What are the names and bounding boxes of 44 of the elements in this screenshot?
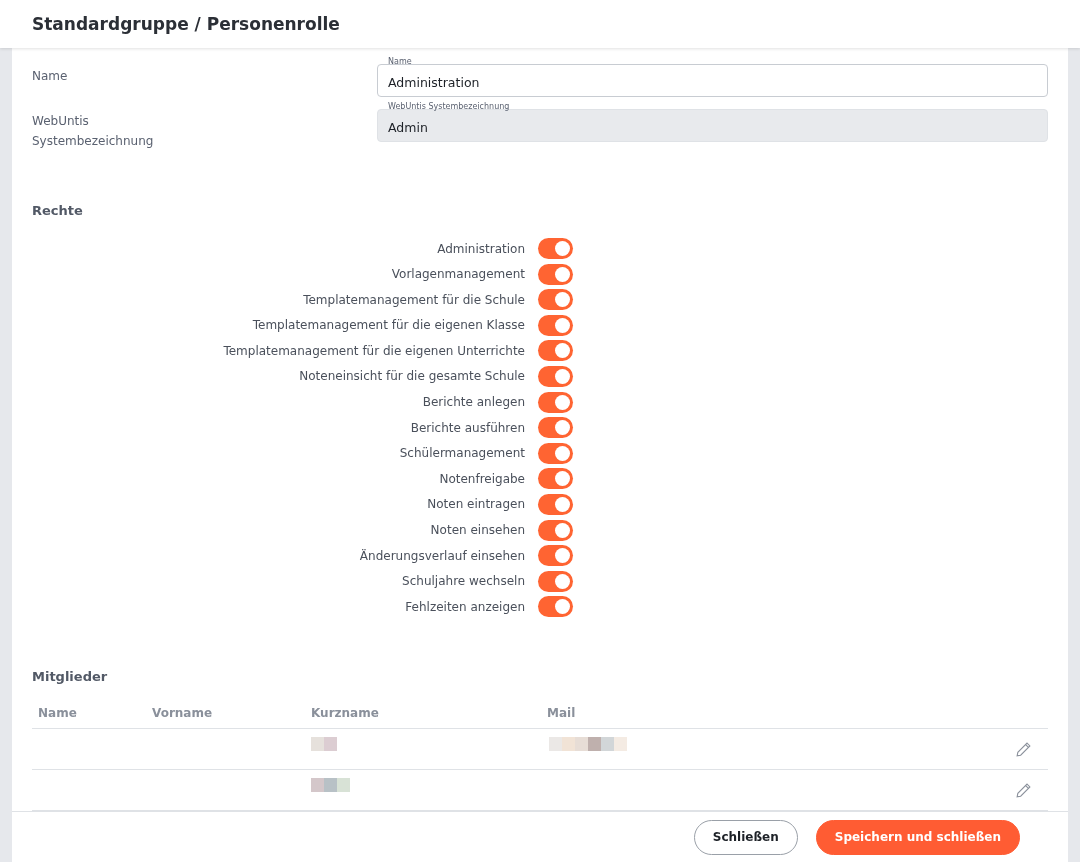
section-title: Mitglieder — [32, 669, 109, 685]
permission-label: Änderungsverlauf einsehen — [358, 548, 525, 563]
column-header: Vorname — [152, 706, 214, 721]
permission-label: Noteneinsicht für die gesamte Schule — [298, 369, 525, 384]
toggle-switch[interactable] — [538, 340, 573, 362]
toggle-switch[interactable] — [538, 289, 573, 311]
toggle-switch[interactable] — [538, 314, 573, 336]
column-header: Kurzname — [311, 706, 380, 721]
permission-label: Fehlzeiten anzeigen — [404, 599, 525, 614]
permission-label: Schülermanagement — [398, 446, 525, 461]
toggle-switch[interactable] — [538, 493, 573, 515]
toggle-switch[interactable] — [538, 365, 573, 387]
field-label: WebUntis Systembezeichnung — [32, 113, 155, 150]
section-title: Rechte — [32, 203, 84, 218]
edit-icon[interactable] — [1015, 782, 1032, 800]
toggle-switch[interactable] — [538, 596, 573, 618]
column-header: Name — [38, 706, 78, 721]
permission-label: Noten eintragen — [426, 497, 525, 512]
toggle-switch[interactable] — [538, 519, 573, 541]
toggle-switch[interactable] — [538, 417, 573, 439]
permission-label: Vorlagenmanagement — [390, 267, 525, 282]
toggle-switch[interactable] — [538, 263, 573, 285]
floating-label: Name — [385, 57, 415, 67]
permission-label: Schuljahre wechseln — [401, 574, 525, 589]
permission-label: Notenfreigabe — [438, 471, 525, 486]
permission-label: Templatemanagement für die eigenen Unterrichte — [222, 343, 525, 358]
toggle-switch[interactable] — [538, 442, 573, 464]
toggle-switch[interactable] — [538, 545, 573, 567]
toggle-switch[interactable] — [538, 570, 573, 592]
permission-label: Berichte anlegen — [421, 395, 525, 410]
toggle-switch[interactable] — [538, 391, 573, 413]
close-button[interactable]: Schließen — [693, 819, 798, 855]
column-header: Mail — [547, 706, 577, 721]
toggle-switch[interactable] — [538, 468, 573, 490]
permission-label: Templatemanagement für die eigenen Klasse — [251, 318, 525, 333]
edit-icon[interactable] — [1015, 741, 1032, 759]
window-title: Standardgruppe / Personenrolle — [32, 14, 340, 34]
toggle-switch[interactable] — [538, 238, 573, 259]
permission-label: Templatemanagement für die Schule — [302, 292, 525, 307]
input-field[interactable]: Administration — [377, 64, 1048, 97]
field-label: Name — [32, 68, 69, 85]
permission-label: Berichte ausführen — [409, 420, 525, 435]
permission-label: Noten einsehen — [429, 523, 525, 538]
permission-label: Administration — [436, 241, 525, 256]
